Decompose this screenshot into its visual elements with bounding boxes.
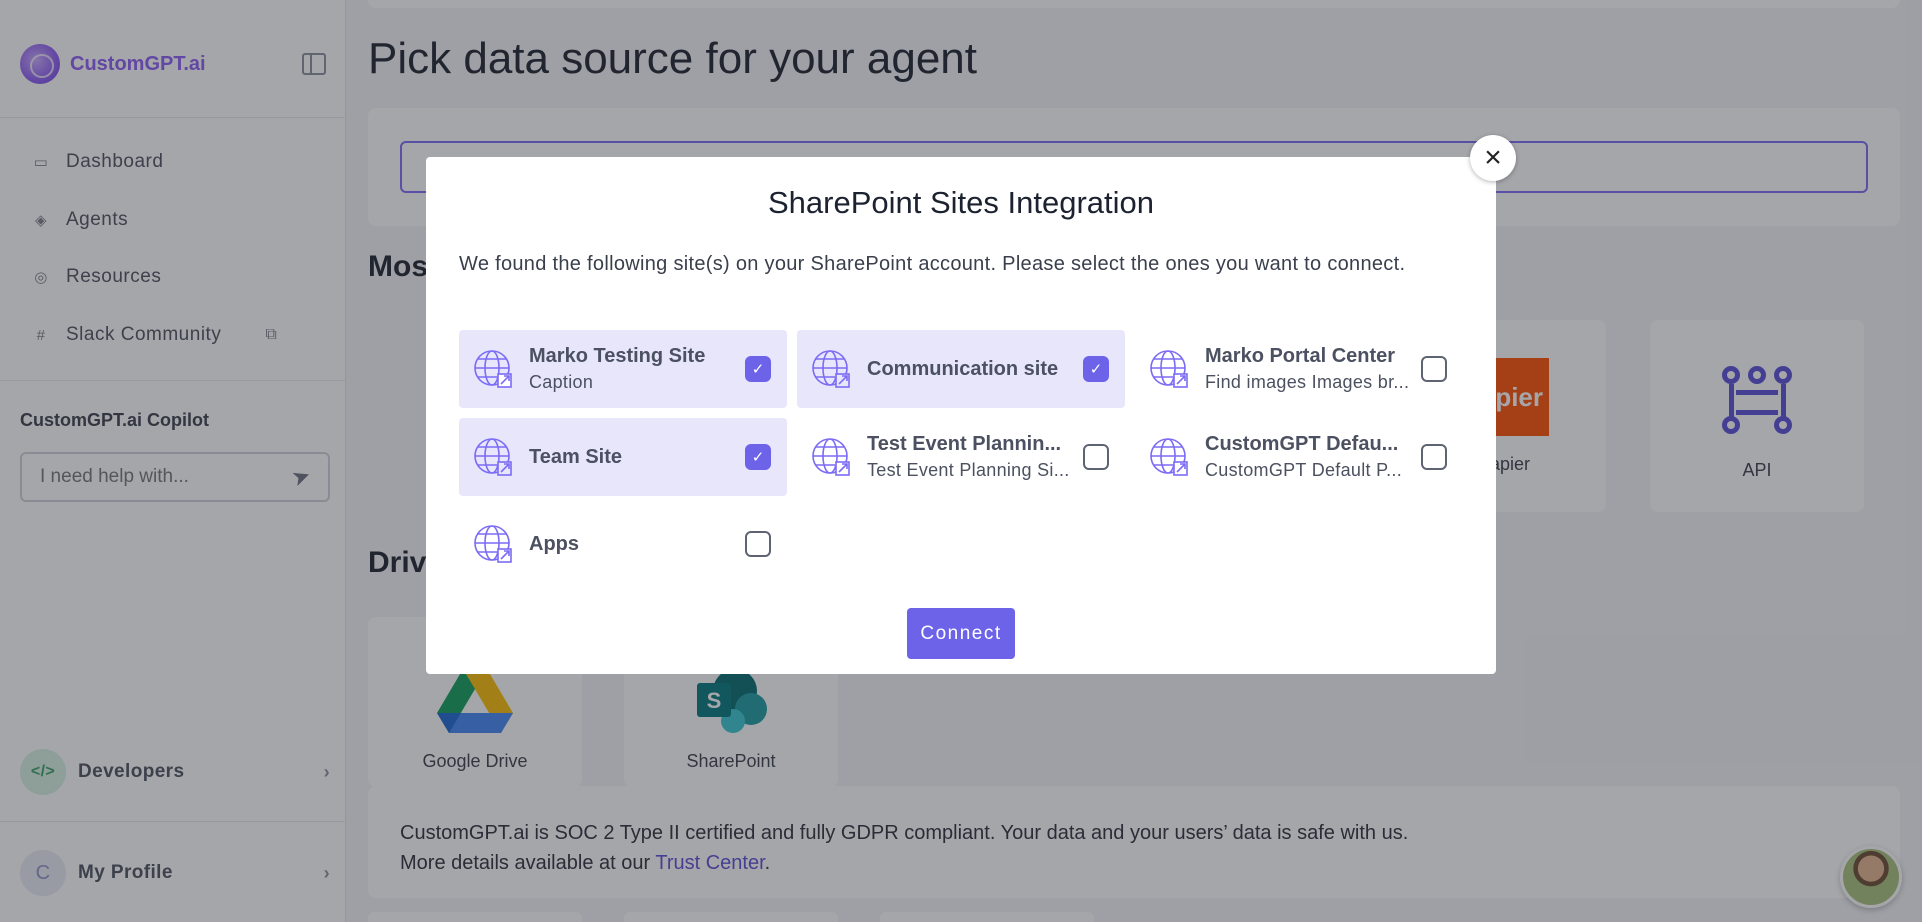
- close-icon[interactable]: ×: [1470, 135, 1516, 181]
- site-option[interactable]: Marko Portal Center Find images Images b…: [1135, 330, 1463, 408]
- site-name: Test Event Plannin...: [867, 433, 1062, 455]
- site-checkbox[interactable]: ✓: [1083, 356, 1109, 382]
- globe-link-icon: [1150, 438, 1188, 476]
- site-option[interactable]: Test Event Plannin... Test Event Plannin…: [797, 418, 1125, 496]
- site-caption: Caption: [529, 372, 594, 392]
- modal-description: We found the following site(s) on your S…: [459, 253, 1406, 275]
- site-option[interactable]: Team Site ✓: [459, 418, 787, 496]
- globe-link-icon: [474, 438, 512, 476]
- site-caption: Test Event Planning Si...: [867, 460, 1070, 480]
- site-name: CustomGPT Defau...: [1205, 433, 1399, 455]
- globe-link-icon: [812, 350, 850, 388]
- globe-link-icon: [474, 525, 512, 563]
- site-caption: Find images Images br...: [1205, 372, 1410, 392]
- site-checkbox[interactable]: [1421, 356, 1447, 382]
- site-option[interactable]: Marko Testing Site Caption ✓: [459, 330, 787, 408]
- site-checkbox[interactable]: [745, 531, 771, 557]
- site-name: Marko Testing Site: [529, 345, 706, 367]
- sharepoint-sites-modal: SharePoint Sites Integration We found th…: [426, 157, 1496, 674]
- site-name: Marko Portal Center: [1205, 345, 1396, 367]
- site-name: Apps: [529, 532, 579, 555]
- site-checkbox[interactable]: ✓: [745, 444, 771, 470]
- site-name: Team Site: [529, 445, 622, 468]
- site-option[interactable]: Communication site ✓: [797, 330, 1125, 408]
- site-name: Communication site: [867, 357, 1059, 380]
- site-option[interactable]: Apps: [459, 505, 787, 583]
- site-option[interactable]: CustomGPT Defau... CustomGPT Default P..…: [1135, 418, 1463, 496]
- globe-link-icon: [474, 350, 512, 388]
- site-checkbox[interactable]: [1421, 444, 1447, 470]
- modal-title: SharePoint Sites Integration: [767, 185, 1155, 220]
- globe-link-icon: [812, 438, 850, 476]
- site-checkbox[interactable]: ✓: [745, 356, 771, 382]
- connect-button[interactable]: Connect: [907, 608, 1015, 659]
- site-checkbox[interactable]: [1083, 444, 1109, 470]
- site-caption: CustomGPT Default P...: [1205, 460, 1403, 480]
- globe-link-icon: [1150, 350, 1188, 388]
